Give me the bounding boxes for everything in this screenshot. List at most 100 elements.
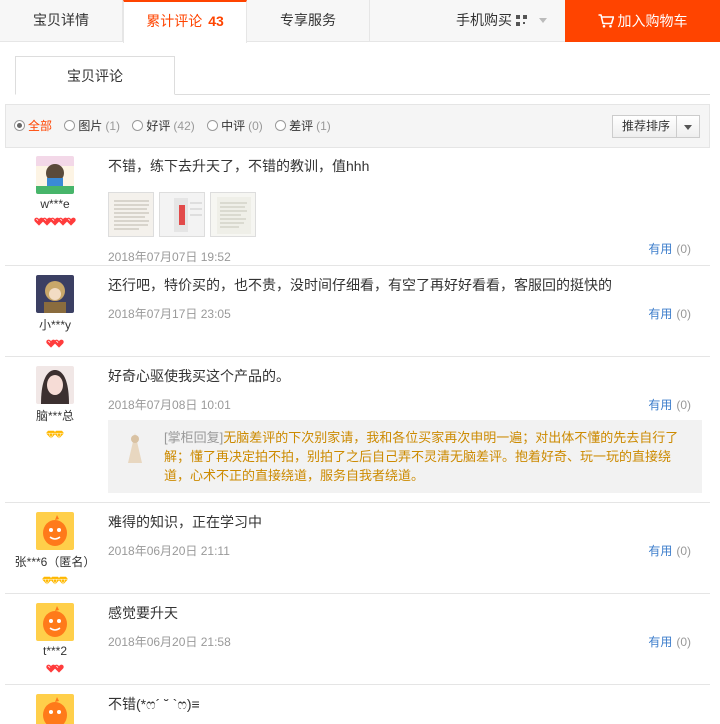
- review-image-thumb[interactable]: [159, 192, 205, 237]
- username: w***e: [40, 197, 70, 211]
- avatar[interactable]: [36, 512, 74, 550]
- sort-divider: [676, 116, 677, 137]
- useful-label: 有用: [648, 398, 673, 412]
- useful-label: 有用: [648, 635, 673, 649]
- chevron-down-icon: [684, 125, 692, 130]
- review-image-thumb[interactable]: [108, 192, 154, 237]
- review-item: 不错(*ෆ´ ˘ `ෆ)≡: [5, 685, 710, 724]
- filter-label: 中评: [221, 119, 246, 133]
- buyer-level-badge: [5, 428, 105, 438]
- review-item: 小***y 还行吧，特价买的，也不贵，没时间仔细看，有空了再好好看看，客服回的挺…: [5, 266, 710, 357]
- filter-label: 全部: [28, 119, 53, 133]
- heart-icon: [66, 217, 76, 226]
- radio-icon: [64, 120, 76, 131]
- tab-service[interactable]: 专享服务: [247, 0, 370, 42]
- radio-icon: [132, 120, 144, 131]
- filter-negative[interactable]: 差评 (1): [275, 105, 331, 147]
- filter-count: (42): [173, 119, 195, 133]
- review-date: 2018年07月08日 10:01: [108, 398, 231, 412]
- tab-detail[interactable]: 宝贝详情: [0, 0, 123, 42]
- review-user: [5, 694, 105, 724]
- review-user: w***e: [5, 156, 105, 225]
- review-user: 张***6（匿名）: [5, 512, 105, 584]
- tab-reviews-count: 43: [208, 13, 224, 29]
- buyer-level-badge: [5, 215, 105, 225]
- chevron-down-icon: [539, 18, 547, 23]
- filter-positive[interactable]: 好评 (42): [132, 105, 195, 147]
- review-item: 张***6（匿名） 难得的知识，正在学习中 2018年06月20日 21:11 …: [5, 503, 710, 594]
- useful-button[interactable]: 有用 (0): [648, 633, 691, 650]
- seller-reply: [掌柜回复]无脑差评的下次别家请，我和各位买家再次申明一遍；对出体不懂的先去自行…: [108, 420, 702, 493]
- tab-detail-label: 宝贝详情: [33, 12, 89, 28]
- useful-count: (0): [676, 398, 691, 412]
- tab-reviews-label: 累计评论: [146, 13, 203, 29]
- review-item: 脑***总 好奇心驱使我买这个产品的。 2018年07月08日 10:01 [掌…: [5, 357, 710, 503]
- avatar[interactable]: [36, 694, 74, 724]
- radio-icon: [275, 120, 287, 131]
- review-text: 难得的知识，正在学习中: [108, 514, 262, 530]
- username: 小***y: [38, 318, 71, 332]
- review-text: 感觉要升天: [108, 605, 178, 621]
- review-text: 不错，练下去升天了，不错的教训，值hhh: [108, 158, 370, 174]
- heart-icon: [54, 339, 64, 348]
- review-text: 好奇心驱使我买这个产品的。: [108, 368, 290, 384]
- avatar[interactable]: [36, 275, 74, 313]
- username: 张***6（匿名）: [14, 555, 96, 569]
- review-user: t***2: [5, 603, 105, 672]
- qr-code-icon: [516, 15, 527, 26]
- radio-icon: [14, 120, 25, 131]
- review-image-thumb[interactable]: [210, 192, 256, 237]
- review-date: 2018年07月17日 23:05: [108, 307, 231, 321]
- review-date: 2018年06月20日 21:11: [108, 544, 230, 558]
- review-text: 不错(*ෆ´ ˘ `ෆ)≡: [108, 696, 200, 712]
- sort-dropdown[interactable]: 推荐排序: [612, 115, 700, 138]
- filter-count: (1): [105, 119, 121, 133]
- add-to-cart-button[interactable]: 加入购物车: [565, 0, 720, 42]
- review-filter-bar: 全部 图片 (1) 好评 (42) 中评 (0) 差评 (1) 推荐排序: [5, 104, 710, 148]
- username: 脑***总: [35, 409, 74, 423]
- useful-button[interactable]: 有用 (0): [648, 396, 691, 413]
- useful-label: 有用: [648, 544, 673, 558]
- filter-label: 好评: [146, 119, 171, 133]
- review-user: 脑***总: [5, 366, 105, 438]
- useful-count: (0): [676, 635, 691, 649]
- phone-buy-dropdown[interactable]: 手机购买: [370, 0, 565, 42]
- diamond-icon: [58, 576, 68, 585]
- filter-label: 差评: [289, 119, 314, 133]
- cart-icon: [598, 14, 614, 28]
- tab-service-label: 专享服务: [280, 12, 336, 28]
- add-to-cart-label: 加入购物车: [617, 13, 688, 29]
- radio-icon: [207, 120, 219, 131]
- avatar[interactable]: [36, 156, 74, 194]
- filter-label: 图片: [78, 119, 103, 133]
- useful-button[interactable]: 有用 (0): [648, 542, 691, 559]
- useful-label: 有用: [648, 242, 673, 256]
- review-user: 小***y: [5, 275, 105, 347]
- filter-count: (1): [316, 119, 331, 133]
- useful-count: (0): [676, 307, 691, 321]
- useful-button[interactable]: 有用 (0): [648, 240, 691, 257]
- seller-avatar: [116, 429, 154, 467]
- review-item: w***e 不错，练下去升天了，不错的教训，值hhh 2018年07月07日 1…: [5, 148, 710, 266]
- reply-text: 无脑差评的下次别家请，我和各位买家再次申明一遍；对出体不懂的先去自行了解；懂了再…: [164, 430, 679, 483]
- avatar[interactable]: [36, 366, 74, 404]
- filter-count: (0): [248, 119, 263, 133]
- useful-button[interactable]: 有用 (0): [648, 305, 691, 322]
- top-tab-bar: 宝贝详情 累计评论 43 专享服务 手机购买 加入购物车: [0, 0, 720, 43]
- filter-images[interactable]: 图片 (1): [64, 105, 120, 147]
- buyer-level-badge: [5, 662, 105, 672]
- review-date: 2018年07月07日 19:52: [108, 250, 231, 264]
- username: t***2: [42, 644, 68, 658]
- tab-item-reviews[interactable]: 宝贝评论: [15, 56, 175, 95]
- avatar[interactable]: [36, 603, 74, 641]
- phone-buy-label: 手机购买: [456, 12, 512, 28]
- inner-tab-label: 宝贝评论: [67, 68, 123, 84]
- sort-label: 推荐排序: [622, 119, 671, 133]
- review-date: 2018年06月20日 21:58: [108, 635, 231, 649]
- buyer-level-badge: [5, 574, 105, 584]
- filter-neutral[interactable]: 中评 (0): [207, 105, 263, 147]
- filter-all[interactable]: 全部: [14, 105, 52, 147]
- heart-icon: [54, 664, 64, 673]
- tab-reviews[interactable]: 累计评论 43: [123, 0, 247, 43]
- review-item: t***2 感觉要升天 2018年06月20日 21:58 有用 (0): [5, 594, 710, 685]
